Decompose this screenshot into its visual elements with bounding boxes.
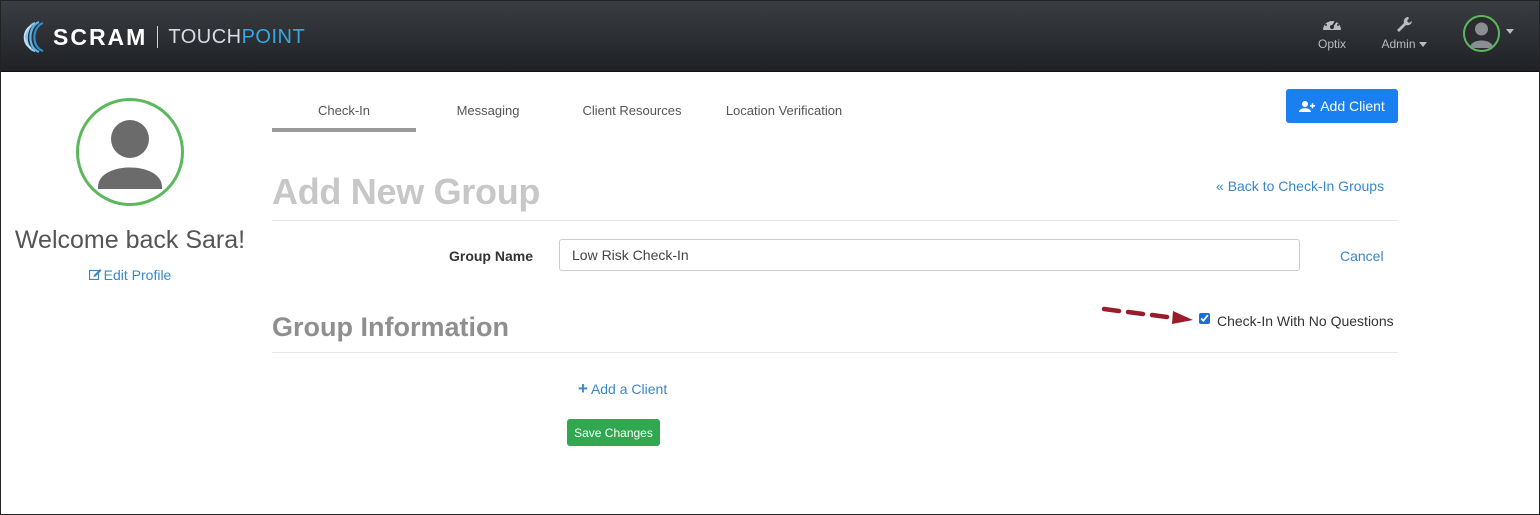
add-client-label: Add Client xyxy=(1320,98,1385,114)
profile-avatar xyxy=(76,98,184,206)
back-to-groups-link[interactable]: « Back to Check-In Groups xyxy=(1216,178,1384,194)
back-link-label: Back to Check-In Groups xyxy=(1227,178,1385,194)
section-title: Group Information xyxy=(272,312,509,342)
tab-client-resources[interactable]: Client Resources xyxy=(571,103,693,118)
divider xyxy=(272,352,1398,353)
group-name-input[interactable] xyxy=(559,239,1300,271)
user-avatar-icon xyxy=(1470,22,1493,48)
double-chevron-left-icon: « xyxy=(1216,178,1224,194)
cancel-link[interactable]: Cancel xyxy=(1340,248,1384,264)
nav-optix[interactable]: Optix xyxy=(1314,15,1350,51)
edit-profile-label: Edit Profile xyxy=(103,267,172,283)
user-menu-avatar[interactable] xyxy=(1463,15,1500,52)
nav-admin-label: Admin xyxy=(1381,37,1416,51)
brand-logo[interactable]: SCRAM TOUCH POINT xyxy=(17,19,305,55)
group-name-label: Group Name xyxy=(448,248,533,264)
divider xyxy=(272,220,1398,221)
user-silhouette-icon xyxy=(98,120,162,189)
plus-icon: + xyxy=(578,379,588,398)
tab-check-in[interactable]: Check-In xyxy=(272,103,416,118)
active-tab-indicator xyxy=(272,128,416,132)
brand-name: SCRAM xyxy=(53,23,148,50)
brand-divider xyxy=(157,26,159,48)
tab-messaging[interactable]: Messaging xyxy=(438,103,538,118)
nav-admin-menu[interactable]: Admin xyxy=(1378,15,1430,51)
scram-logo-icon xyxy=(23,20,44,54)
save-changes-button[interactable]: Save Changes xyxy=(567,419,660,446)
checkin-no-questions-checkbox[interactable] xyxy=(1199,313,1210,324)
app-window: SCRAM TOUCH POINT Optix Admin Welcome ba… xyxy=(0,0,1540,515)
chevron-down-icon xyxy=(1418,42,1427,48)
edit-profile-link[interactable]: Edit Profile xyxy=(1,267,259,283)
top-navbar: SCRAM TOUCH POINT Optix Admin xyxy=(1,1,1539,72)
annotation-arrow xyxy=(1101,306,1193,324)
tab-location-verification[interactable]: Location Verification xyxy=(719,103,849,118)
checkin-no-questions-label: Check-In With No Questions xyxy=(1217,313,1394,329)
wrench-icon xyxy=(1397,17,1412,32)
brand-product-prefix: TOUCH xyxy=(168,25,242,48)
add-a-client-label: Add a Client xyxy=(590,381,668,397)
chevron-down-icon[interactable] xyxy=(1506,29,1514,34)
add-a-client-link[interactable]: + Add a Client xyxy=(578,379,667,399)
add-client-button[interactable]: Add Client xyxy=(1286,89,1398,123)
welcome-message: Welcome back Sara! xyxy=(14,226,246,254)
speedometer-icon xyxy=(1323,18,1341,30)
page-title: Add New Group xyxy=(272,171,541,212)
nav-optix-label: Optix xyxy=(1317,37,1346,51)
add-user-icon xyxy=(1299,100,1316,112)
edit-icon xyxy=(88,267,102,283)
brand-product-suffix: POINT xyxy=(241,25,306,48)
